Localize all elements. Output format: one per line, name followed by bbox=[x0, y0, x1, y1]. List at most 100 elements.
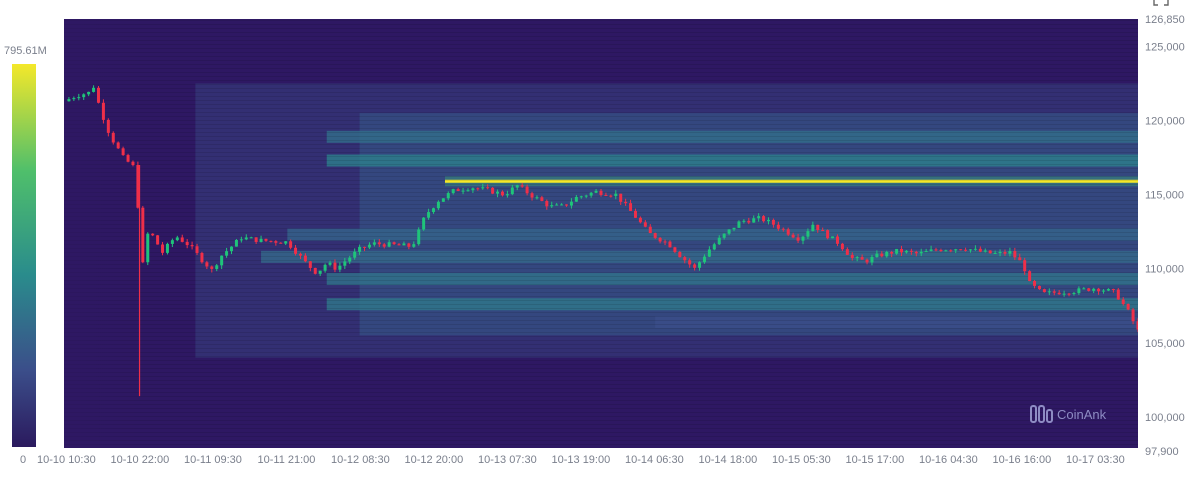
candle-body bbox=[604, 194, 608, 196]
candle-body bbox=[767, 219, 771, 222]
candle-body bbox=[1092, 288, 1096, 291]
candle-body bbox=[126, 155, 130, 162]
colorbar-min-label: 0 bbox=[20, 454, 26, 466]
candle-body bbox=[387, 242, 391, 247]
y-tick-label: 110,000 bbox=[1145, 264, 1184, 276]
liquidation-heatmap-chart: 795.61M 0 CoinAnk 126,850125,000120,0001… bbox=[4, 14, 1185, 466]
y-tick-label: 100,000 bbox=[1145, 412, 1185, 424]
candle-body bbox=[353, 251, 357, 258]
candle-body bbox=[1047, 291, 1051, 293]
candle-body bbox=[111, 132, 115, 143]
x-tick-label: 10-14 18:00 bbox=[699, 454, 758, 466]
candle-body bbox=[279, 242, 283, 244]
candle-body bbox=[308, 261, 312, 268]
candle-body bbox=[505, 194, 509, 196]
candle-body bbox=[244, 237, 248, 240]
candle-body bbox=[1018, 257, 1022, 261]
candle-body bbox=[924, 251, 928, 253]
expand-icon[interactable] bbox=[1153, 0, 1169, 7]
candle-body bbox=[688, 260, 692, 265]
candle-body bbox=[358, 246, 362, 252]
candle-body bbox=[633, 210, 637, 218]
candle-body bbox=[722, 233, 726, 238]
candle-body bbox=[535, 197, 539, 199]
candle-body bbox=[210, 266, 214, 269]
candle-body bbox=[289, 241, 293, 248]
candle-body bbox=[752, 218, 756, 223]
candle-body bbox=[215, 265, 219, 269]
candle-body bbox=[1082, 288, 1086, 290]
candle-body bbox=[934, 249, 938, 251]
candle-body bbox=[1106, 288, 1110, 291]
candle-body bbox=[328, 262, 332, 265]
candle-body bbox=[806, 231, 810, 237]
candle-body bbox=[619, 193, 623, 202]
candle-body bbox=[333, 262, 337, 270]
candle-body bbox=[747, 220, 751, 223]
candle-body bbox=[702, 256, 706, 263]
candle-body bbox=[727, 229, 731, 234]
candle-body bbox=[146, 233, 150, 263]
candle-body bbox=[668, 241, 672, 248]
candle-body bbox=[67, 99, 71, 102]
candle-body bbox=[77, 97, 81, 99]
candle-body bbox=[658, 237, 662, 242]
candle-body bbox=[298, 253, 302, 256]
candle-body bbox=[377, 242, 381, 245]
candle-body bbox=[643, 222, 647, 227]
candle-body bbox=[461, 190, 465, 192]
candle-body bbox=[826, 230, 830, 239]
candle-body bbox=[944, 250, 948, 252]
candle-body bbox=[456, 189, 460, 191]
candle-body bbox=[673, 247, 677, 253]
y-tick-label: 125,000 bbox=[1145, 41, 1185, 53]
candle-body bbox=[338, 265, 342, 270]
colorbar bbox=[12, 64, 36, 447]
candle-body bbox=[500, 191, 504, 196]
candle-body bbox=[323, 264, 327, 271]
candle-body bbox=[170, 240, 174, 244]
candle-body bbox=[436, 201, 440, 209]
candle-body bbox=[1067, 293, 1071, 295]
candle-body bbox=[343, 261, 347, 266]
candle-body bbox=[638, 217, 642, 223]
candle-body bbox=[954, 249, 958, 251]
candle-body bbox=[156, 235, 160, 245]
candle-body bbox=[781, 228, 785, 230]
candle-body bbox=[1126, 304, 1130, 310]
y-tick-label: 97,900 bbox=[1145, 446, 1179, 458]
y-tick-label: 115,000 bbox=[1145, 190, 1184, 202]
x-tick-label: 10-15 17:00 bbox=[846, 454, 905, 466]
candle-body bbox=[318, 270, 322, 274]
candle-body bbox=[101, 102, 105, 120]
candle-body bbox=[875, 253, 879, 257]
candle-body bbox=[486, 187, 490, 189]
candle-body bbox=[392, 242, 396, 245]
candle-body bbox=[92, 87, 96, 92]
candle-body bbox=[96, 87, 100, 103]
candle-body bbox=[116, 142, 120, 149]
candle-body bbox=[1062, 293, 1066, 295]
candle-body bbox=[1072, 293, 1076, 295]
candle-body bbox=[72, 98, 76, 100]
candle-body bbox=[451, 189, 455, 194]
candle-body bbox=[249, 237, 253, 239]
candle-body bbox=[698, 262, 702, 268]
candle-body bbox=[870, 256, 874, 263]
candle-body bbox=[1102, 290, 1106, 292]
candle-body bbox=[629, 203, 633, 211]
candle-body bbox=[835, 236, 839, 244]
candle-body bbox=[407, 243, 411, 247]
candle-body bbox=[998, 252, 1002, 254]
candle-body bbox=[609, 195, 613, 197]
candle-body bbox=[1028, 271, 1032, 282]
candle-body bbox=[1087, 288, 1091, 291]
candle-body bbox=[771, 219, 775, 225]
y-tick-label: 120,000 bbox=[1145, 116, 1185, 128]
candle-body bbox=[762, 216, 766, 222]
candle-body bbox=[964, 249, 968, 251]
heatmap-left-fade bbox=[64, 19, 144, 448]
candle-body bbox=[220, 255, 224, 266]
candle-body bbox=[540, 197, 544, 201]
candle-body bbox=[904, 250, 908, 253]
